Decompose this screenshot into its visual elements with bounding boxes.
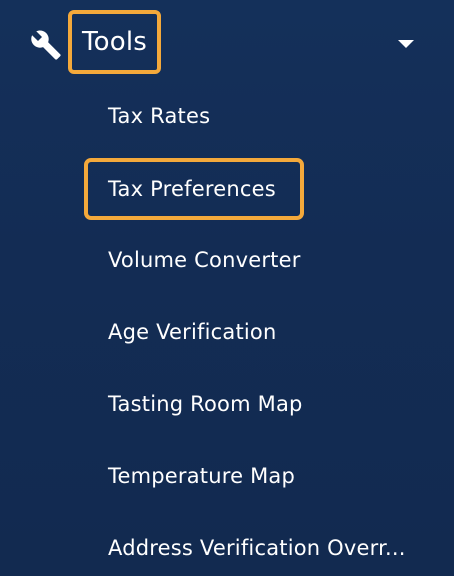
submenu-item-tasting-room-map[interactable]: Tasting Room Map — [84, 376, 454, 432]
submenu-item-address-verification-overrides[interactable]: Address Verification Overr... — [84, 520, 454, 576]
submenu-item-age-verification[interactable]: Age Verification — [84, 304, 454, 360]
tools-nav-group: Tools Tax Rates Tax Preferences Volume C… — [0, 0, 454, 576]
submenu-item-temperature-map[interactable]: Temperature Map — [84, 448, 454, 504]
submenu-item-tax-preferences[interactable]: Tax Preferences — [84, 158, 304, 220]
submenu-item-volume-converter[interactable]: Volume Converter — [84, 232, 454, 288]
tools-submenu: Tax Rates Tax Preferences Volume Convert… — [0, 0, 454, 576]
submenu-item-tax-rates[interactable]: Tax Rates — [84, 88, 454, 144]
